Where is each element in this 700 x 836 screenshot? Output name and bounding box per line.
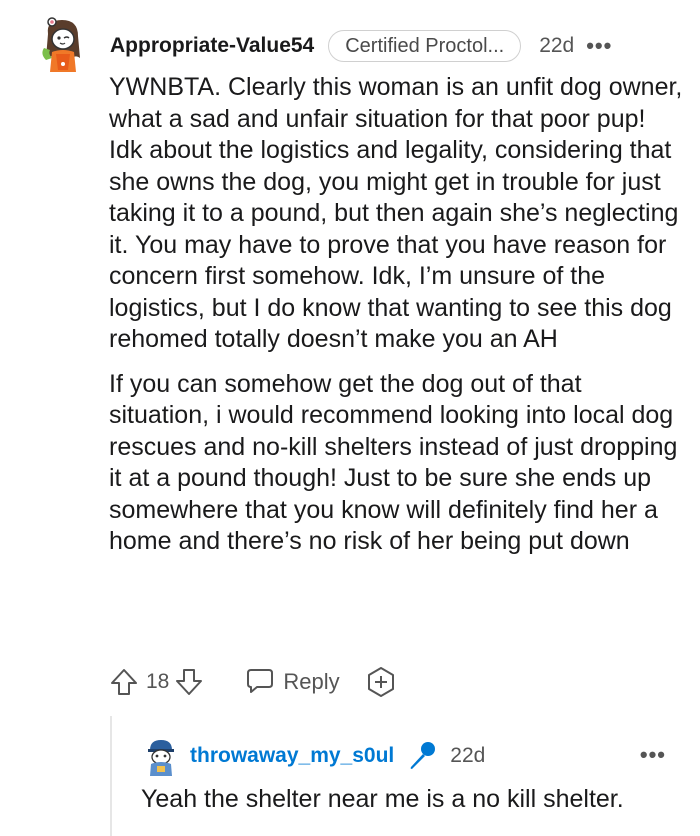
thread-line[interactable] bbox=[110, 716, 112, 836]
comment-actions: 18 Reply bbox=[108, 662, 398, 702]
comment-paragraph: If you can somehow get the dog out of th… bbox=[109, 369, 678, 556]
more-options-icon[interactable]: ••• bbox=[586, 33, 612, 59]
reply-body: Yeah the shelter near me is a no kill sh… bbox=[141, 785, 624, 813]
reply-timestamp: 22d bbox=[450, 744, 486, 767]
downvote-arrow-icon[interactable] bbox=[173, 666, 205, 698]
reply-username[interactable]: throwaway_my_s0ul bbox=[190, 744, 394, 768]
upvote-arrow-icon[interactable] bbox=[108, 666, 140, 698]
comment-username[interactable]: Appropriate-Value54 bbox=[110, 34, 314, 58]
speech-bubble-icon bbox=[245, 665, 275, 700]
comment-body: YWNBTA. Clearly this woman is an unfit d… bbox=[109, 72, 684, 571]
award-plus-icon[interactable] bbox=[364, 665, 398, 699]
reply-header: throwaway_my_s0ul 22d bbox=[190, 738, 670, 774]
comment-header: Appropriate-Value54 Certified Proctol...… bbox=[110, 26, 680, 66]
reply-button[interactable]: Reply bbox=[245, 665, 340, 700]
reply-label: Reply bbox=[283, 669, 340, 694]
comment-paragraph: YWNBTA. Clearly this woman is an unfit d… bbox=[109, 73, 683, 353]
microphone-icon bbox=[406, 740, 438, 772]
user-flair: Certified Proctol... bbox=[328, 30, 522, 62]
reply-more-options-icon[interactable]: ••• bbox=[640, 742, 666, 768]
reply-user-avatar[interactable] bbox=[144, 738, 178, 778]
user-avatar[interactable] bbox=[34, 14, 94, 78]
comment-timestamp: 22d bbox=[539, 34, 575, 57]
vote-score: 18 bbox=[146, 670, 170, 693]
